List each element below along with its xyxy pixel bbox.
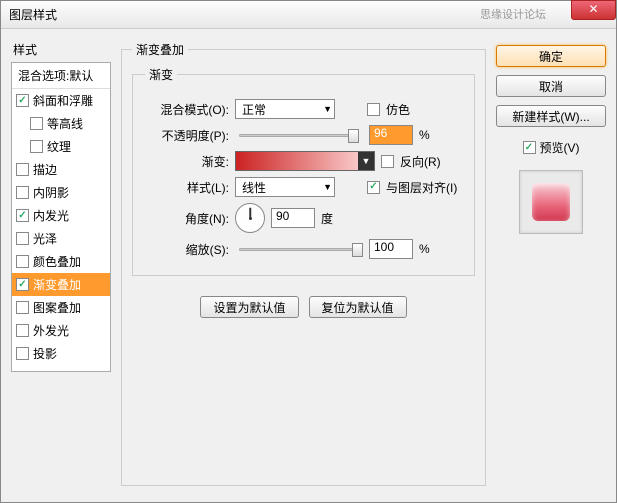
preview-label: 预览(V) [540, 139, 580, 156]
align-checkbox[interactable] [367, 181, 380, 194]
style-item[interactable]: 投影 [12, 342, 110, 365]
dither-label: 仿色 [386, 101, 410, 118]
style-item[interactable]: 图案叠加 [12, 296, 110, 319]
blend-mode-dropdown[interactable]: 正常 ▼ [235, 99, 335, 119]
cancel-button[interactable]: 取消 [496, 75, 606, 97]
style-item[interactable]: 内发光 [12, 204, 110, 227]
style-item-label: 投影 [33, 345, 57, 362]
style-item[interactable]: 纹理 [12, 135, 110, 158]
style-label: 样式(L): [145, 179, 229, 196]
angle-dial[interactable] [235, 203, 265, 233]
gradient-picker[interactable]: ▼ [235, 151, 375, 171]
style-checkbox[interactable] [16, 255, 29, 268]
style-item-label: 外发光 [33, 322, 69, 339]
angle-center-icon [249, 217, 252, 220]
scale-input[interactable]: 100 [369, 239, 413, 259]
dither-checkbox[interactable] [367, 103, 380, 116]
gradient-subgroup: 渐变 混合模式(O): 正常 ▼ 仿色 不透明度(P): [132, 66, 475, 276]
subgroup-legend: 渐变 [145, 66, 177, 83]
percent-label: % [419, 242, 430, 256]
styles-panel: 样式 混合选项:默认 斜面和浮雕等高线纹理描边内阴影内发光光泽颜色叠加渐变叠加图… [11, 37, 111, 486]
style-checkbox[interactable] [16, 94, 29, 107]
style-item[interactable]: 斜面和浮雕 [12, 89, 110, 112]
style-checkbox[interactable] [16, 278, 29, 291]
chevron-down-icon: ▼ [323, 104, 332, 114]
style-item[interactable]: 外发光 [12, 319, 110, 342]
reverse-label: 反向(R) [400, 153, 441, 170]
gradient-label: 渐变: [145, 153, 229, 170]
percent-label: % [419, 128, 430, 142]
angle-input[interactable]: 90 [271, 208, 315, 228]
style-checkbox[interactable] [16, 232, 29, 245]
style-item[interactable]: 内阴影 [12, 181, 110, 204]
set-default-button[interactable]: 设置为默认值 [200, 296, 298, 318]
style-dropdown[interactable]: 线性 ▼ [235, 177, 335, 197]
action-panel: 确定 取消 新建样式(W)... 预览(V) [496, 37, 606, 486]
opacity-slider[interactable] [239, 134, 359, 137]
blend-mode-label: 混合模式(O): [145, 101, 229, 118]
style-item-label: 颜色叠加 [33, 253, 81, 270]
settings-panel: 渐变叠加 渐变 混合模式(O): 正常 ▼ 仿色 不透明度( [121, 37, 486, 486]
style-item-label: 纹理 [47, 138, 71, 155]
reset-default-button[interactable]: 复位为默认值 [309, 296, 407, 318]
style-checkbox[interactable] [16, 209, 29, 222]
style-item-label: 光泽 [33, 230, 57, 247]
watermark-text: 思缘设计论坛 [480, 6, 546, 22]
style-item-label: 内发光 [33, 207, 69, 224]
scale-label: 缩放(S): [145, 241, 229, 258]
ok-button[interactable]: 确定 [496, 45, 606, 67]
scale-slider[interactable] [239, 248, 359, 251]
style-checkbox[interactable] [16, 163, 29, 176]
titlebar: 图层样式 思缘设计论坛 ✕ [1, 1, 616, 29]
style-checkbox[interactable] [30, 140, 43, 153]
style-item-label: 图案叠加 [33, 299, 81, 316]
style-item-label: 渐变叠加 [33, 276, 81, 293]
style-item[interactable]: 渐变叠加 [12, 273, 110, 296]
new-style-button[interactable]: 新建样式(W)... [496, 105, 606, 127]
style-checkbox[interactable] [16, 347, 29, 360]
style-item[interactable]: 光泽 [12, 227, 110, 250]
style-item[interactable]: 描边 [12, 158, 110, 181]
preview-checkbox[interactable] [523, 141, 536, 154]
opacity-label: 不透明度(P): [145, 127, 229, 144]
reverse-checkbox[interactable] [381, 155, 394, 168]
gradient-overlay-group: 渐变叠加 渐变 混合模式(O): 正常 ▼ 仿色 不透明度( [121, 41, 486, 486]
group-legend: 渐变叠加 [132, 41, 188, 58]
chevron-down-icon: ▼ [323, 182, 332, 192]
chevron-down-icon[interactable]: ▼ [358, 152, 374, 170]
blending-options-item[interactable]: 混合选项:默认 [12, 63, 110, 89]
style-item-label: 等高线 [47, 115, 83, 132]
slider-thumb[interactable] [352, 243, 363, 257]
styles-header: 样式 [11, 37, 111, 62]
style-checkbox[interactable] [30, 117, 43, 130]
layer-style-dialog: 图层样式 思缘设计论坛 ✕ 样式 混合选项:默认 斜面和浮雕等高线纹理描边内阴影… [0, 0, 617, 503]
preview-sample-icon [532, 183, 570, 221]
style-checkbox[interactable] [16, 301, 29, 314]
slider-thumb[interactable] [348, 129, 359, 143]
preview-thumbnail [519, 170, 583, 234]
angle-label: 角度(N): [145, 210, 229, 227]
styles-list: 混合选项:默认 斜面和浮雕等高线纹理描边内阴影内发光光泽颜色叠加渐变叠加图案叠加… [11, 62, 111, 372]
style-item-label: 描边 [33, 161, 57, 178]
close-button[interactable]: ✕ [571, 0, 616, 20]
style-checkbox[interactable] [16, 324, 29, 337]
opacity-input[interactable]: 96 [369, 125, 413, 145]
style-item-label: 斜面和浮雕 [33, 92, 93, 109]
style-item[interactable]: 等高线 [12, 112, 110, 135]
degree-label: 度 [321, 210, 333, 227]
style-checkbox[interactable] [16, 186, 29, 199]
align-label: 与图层对齐(I) [386, 179, 457, 196]
style-item-label: 内阴影 [33, 184, 69, 201]
style-item[interactable]: 颜色叠加 [12, 250, 110, 273]
